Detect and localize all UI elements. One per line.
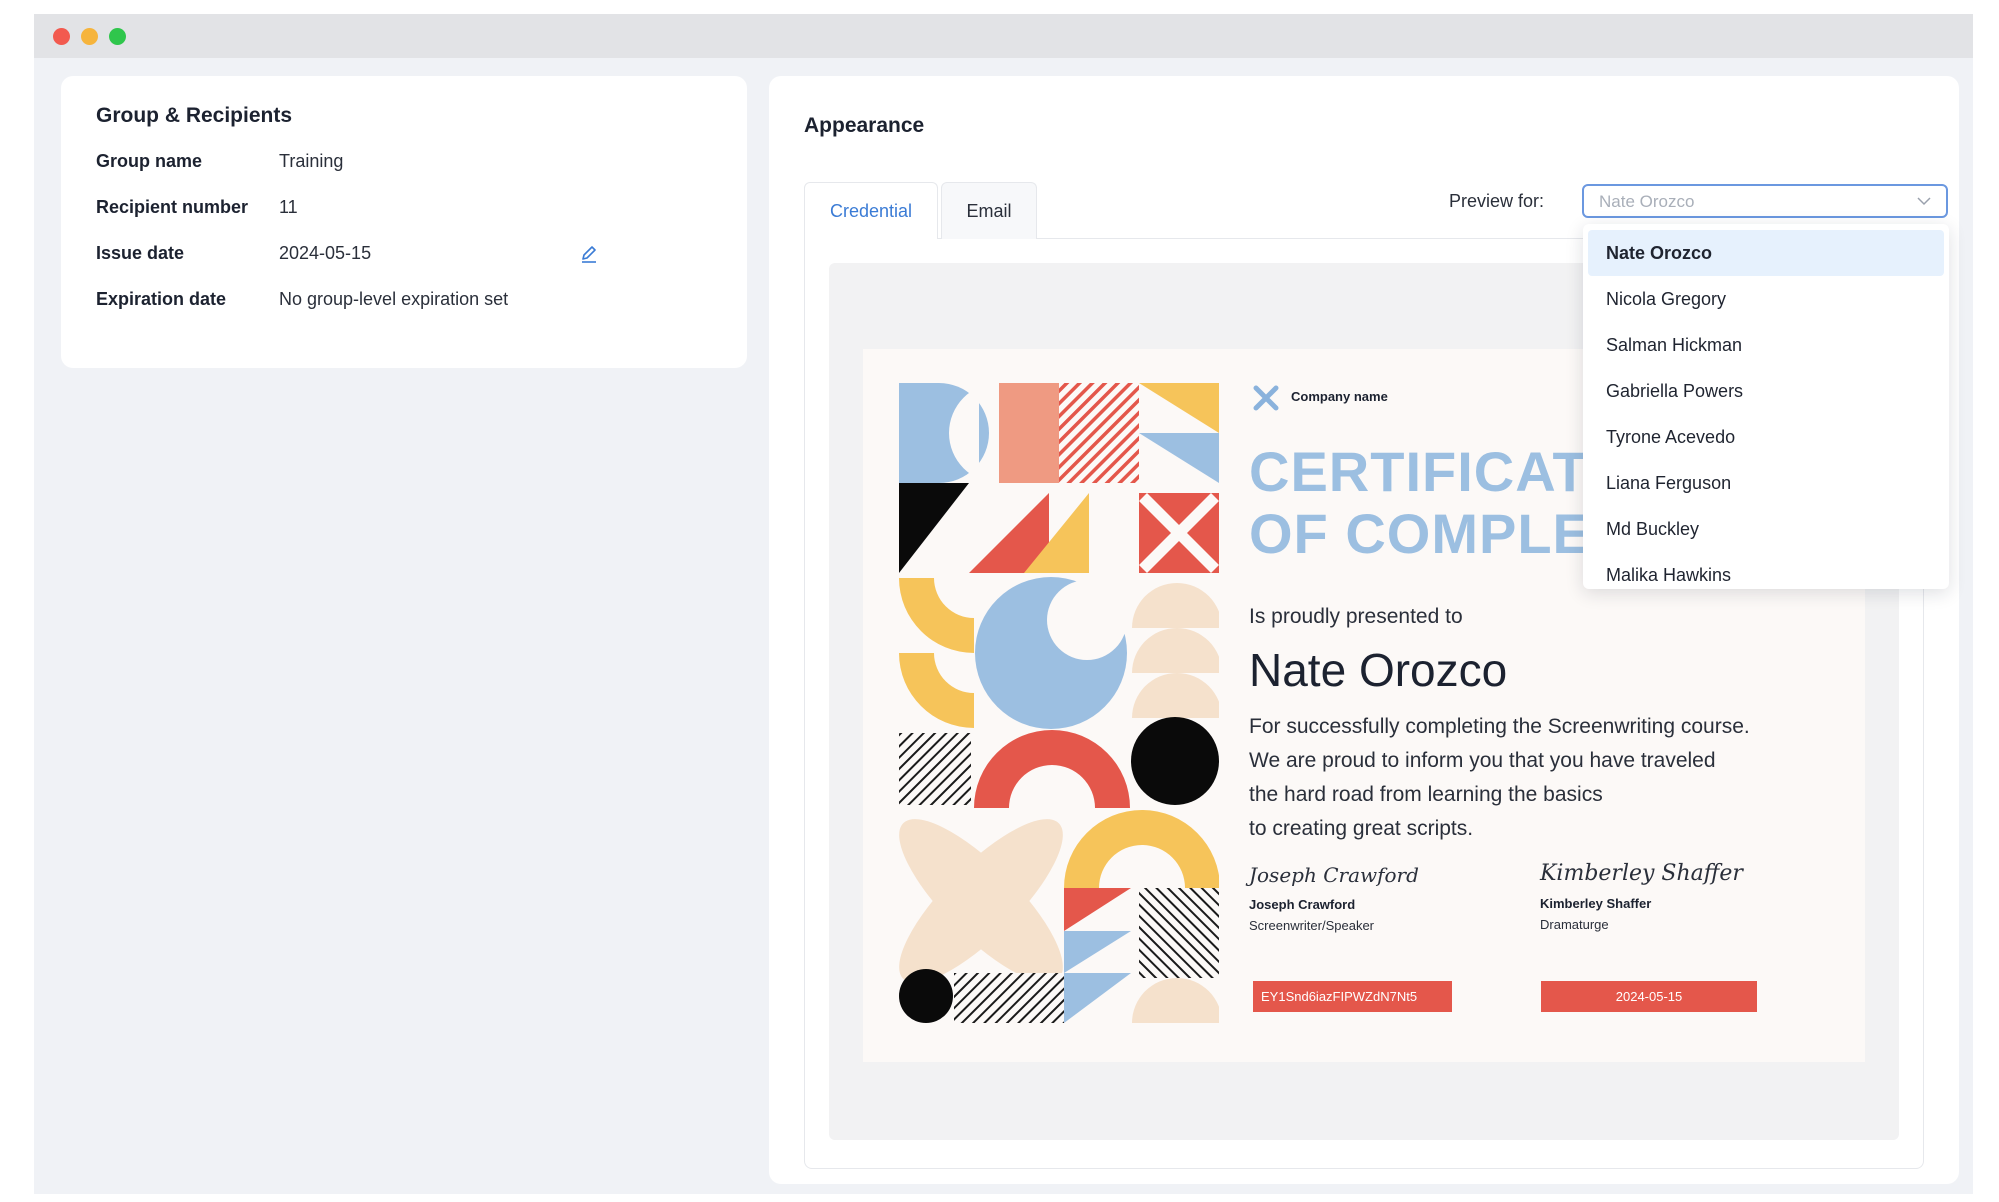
company-name: Company name bbox=[1291, 389, 1388, 404]
preview-recipient-select[interactable]: Nate Orozco bbox=[1582, 184, 1948, 218]
description-line-4: to creating great scripts. bbox=[1249, 817, 1474, 840]
chevron-down-icon bbox=[1917, 197, 1931, 206]
signer-1-name: Joseph Crawford bbox=[1249, 897, 1356, 912]
recipient-number-value: 11 bbox=[279, 197, 298, 217]
group-recipients-title: Group & Recipients bbox=[96, 104, 293, 127]
preview-recipient-dropdown: Nate Orozco Nicola Gregory Salman Hickma… bbox=[1583, 224, 1949, 589]
dropdown-option[interactable]: Liana Ferguson bbox=[1588, 460, 1944, 506]
company-logo-icon bbox=[1253, 385, 1279, 411]
recipient-number-label: Recipient number bbox=[96, 197, 249, 217]
credential-id-badge: EY1Snd6iazFIPWZdN7Nt5 bbox=[1253, 981, 1452, 1012]
issue-date-label: Issue date bbox=[96, 243, 185, 263]
issue-date-value: 2024-05-15 bbox=[279, 243, 372, 263]
description-line-1: For successfully completing the Screenwr… bbox=[1249, 715, 1750, 738]
appearance-title: Appearance bbox=[804, 114, 925, 137]
certificate-geometric-artwork bbox=[899, 383, 1219, 1023]
tab-credential-label: Credential bbox=[829, 201, 913, 221]
tab-credential[interactable]: Credential bbox=[804, 182, 938, 240]
dropdown-option[interactable]: Gabriella Powers bbox=[1588, 368, 1944, 414]
description-line-3: the hard road from learning the basics bbox=[1249, 783, 1603, 806]
edit-pencil-icon[interactable] bbox=[579, 244, 599, 264]
signature-1: Joseph Crawford bbox=[1249, 863, 1419, 887]
appearance-card: Appearance Credential Email Preview for:… bbox=[769, 76, 1959, 1184]
certificate-date-badge: 2024-05-15 bbox=[1541, 981, 1757, 1012]
group-name-label: Group name bbox=[96, 151, 203, 171]
close-window-button[interactable] bbox=[53, 28, 70, 45]
presented-to-text: Is proudly presented to bbox=[1249, 605, 1463, 628]
expiration-date-label: Expiration date bbox=[96, 289, 227, 309]
certificate-title-line-1: CERTIFICAT bbox=[1249, 440, 1588, 503]
description-line-2: We are proud to inform you that you have… bbox=[1249, 749, 1716, 772]
preview-for-label: Preview for: bbox=[1449, 191, 1545, 211]
tab-email[interactable]: Email bbox=[941, 182, 1037, 239]
dropdown-option[interactable]: Nicola Gregory bbox=[1588, 276, 1944, 322]
certificate-title-line-2: OF COMPLE bbox=[1249, 502, 1591, 565]
dropdown-option[interactable]: Malika Hawkins bbox=[1588, 552, 1944, 598]
dropdown-option[interactable]: Tyrone Acevedo bbox=[1588, 414, 1944, 460]
signer-2-name: Kimberley Shaffer bbox=[1540, 896, 1652, 911]
app-window: Group & Recipients Group name Training R… bbox=[34, 14, 1973, 1194]
recipient-name: Nate Orozco bbox=[1249, 644, 1508, 696]
group-name-value: Training bbox=[279, 151, 344, 171]
signer-2-role: Dramaturge bbox=[1540, 917, 1609, 932]
signer-1-role: Screenwriter/Speaker bbox=[1249, 918, 1374, 933]
preview-select-value: Nate Orozco bbox=[1599, 192, 1695, 211]
maximize-window-button[interactable] bbox=[109, 28, 126, 45]
dropdown-option[interactable]: Md Buckley bbox=[1588, 506, 1944, 552]
signature-2: Kimberley Shaffer bbox=[1540, 861, 1743, 886]
minimize-window-button[interactable] bbox=[81, 28, 98, 45]
group-recipients-card: Group & Recipients Group name Training R… bbox=[61, 76, 747, 368]
dropdown-option[interactable]: Nate Orozco bbox=[1588, 230, 1944, 276]
window-titlebar bbox=[34, 14, 1973, 58]
tab-email-label: Email bbox=[966, 200, 1012, 221]
expiration-date-value: No group-level expiration set bbox=[279, 289, 509, 309]
dropdown-option[interactable]: Salman Hickman bbox=[1588, 322, 1944, 368]
